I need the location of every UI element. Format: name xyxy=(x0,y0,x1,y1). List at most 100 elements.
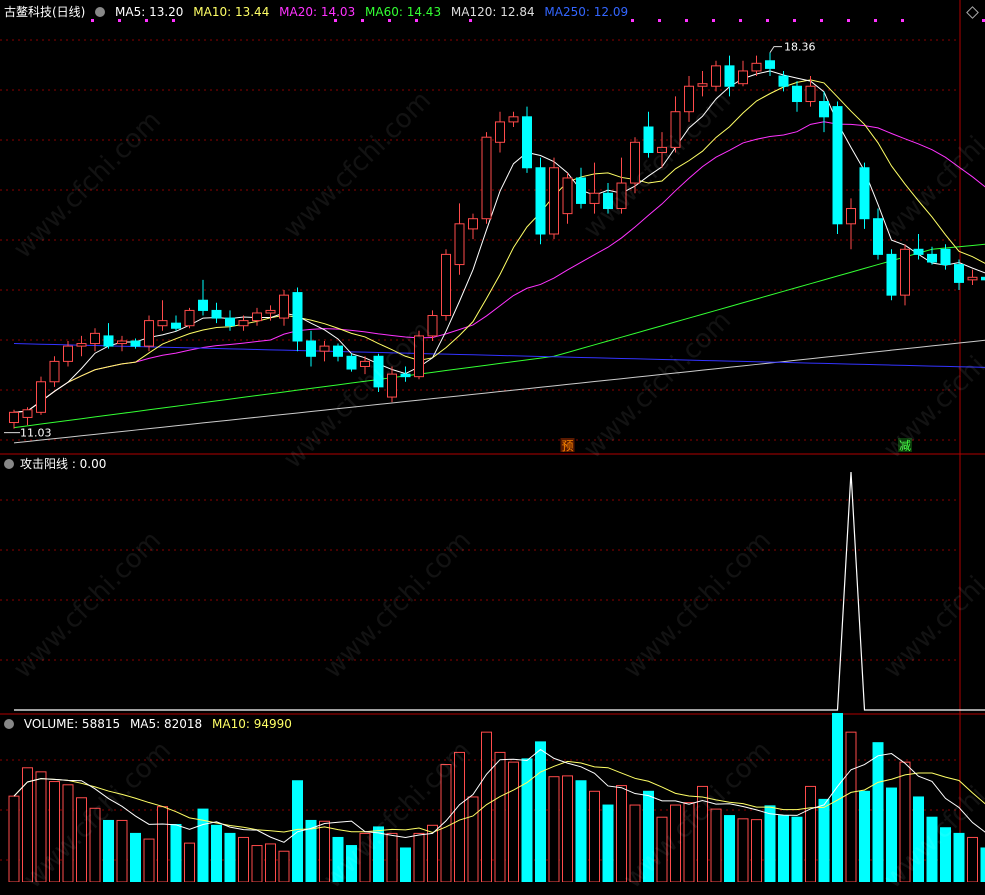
candle-body xyxy=(968,277,977,280)
candle-body xyxy=(563,178,572,214)
candle-body xyxy=(293,293,302,341)
volume-bar xyxy=(981,848,985,882)
volume-bar xyxy=(846,732,856,882)
stock-title: 古鳌科技(日线) xyxy=(4,5,85,19)
candle-body xyxy=(64,346,73,361)
volume-bar xyxy=(779,816,789,882)
candle-body xyxy=(482,137,491,219)
collapse-icon[interactable] xyxy=(95,7,105,17)
marker-dot xyxy=(631,19,634,22)
candle-body xyxy=(698,84,707,87)
candle-body xyxy=(158,321,167,326)
volume-bar xyxy=(563,776,573,882)
candle-body xyxy=(752,63,761,71)
candle-body xyxy=(307,341,316,356)
candle-body xyxy=(779,76,788,86)
volume-bar xyxy=(414,833,424,882)
volume-bar xyxy=(401,848,411,882)
volume-bar xyxy=(158,807,168,882)
volume-bar xyxy=(806,786,816,882)
indicator-legend: 攻击阳线 : 0.00 xyxy=(4,457,112,471)
candle-body xyxy=(914,249,923,254)
volume-legend: VOLUME: 58815 MA5: 82018 MA10: 94990 xyxy=(4,717,298,731)
candle-body xyxy=(577,178,586,203)
volume-bar xyxy=(279,851,289,882)
volume-bar xyxy=(968,837,978,882)
ma60-legend: MA60: 14.43 xyxy=(365,5,441,19)
volume-bar xyxy=(185,843,195,882)
candle-body xyxy=(833,107,842,224)
marker-dot xyxy=(172,19,175,22)
marker-dot xyxy=(685,19,688,22)
volume-bar xyxy=(131,833,141,882)
marker-dot xyxy=(334,19,337,22)
candle-body xyxy=(523,117,532,168)
candle-body xyxy=(442,254,451,315)
candle-body xyxy=(239,321,248,326)
collapse-icon[interactable] xyxy=(4,719,14,729)
candle-body xyxy=(401,374,410,377)
volume-bar xyxy=(819,799,829,882)
marker-dot xyxy=(415,19,418,22)
ma60-line xyxy=(14,235,985,427)
candle-body xyxy=(887,254,896,295)
candle-body xyxy=(536,168,545,234)
candle-body xyxy=(77,344,86,347)
volume-bar xyxy=(495,752,505,882)
candle-body xyxy=(860,168,869,219)
marker-dot xyxy=(658,19,661,22)
volume-bar xyxy=(104,820,114,882)
marker-dot xyxy=(874,19,877,22)
candle-body xyxy=(739,71,748,84)
candle-body xyxy=(50,361,59,381)
ma120-legend: MA120: 12.84 xyxy=(451,5,535,19)
volume-bar xyxy=(954,833,964,882)
volume-bar xyxy=(117,820,127,882)
indicator-title: 攻击阳线 : 0.00 xyxy=(20,457,106,471)
high-price-pointer xyxy=(770,47,782,53)
candle-body xyxy=(118,341,127,344)
candle-body xyxy=(941,249,950,264)
candle-body xyxy=(185,310,194,325)
marker-dot xyxy=(712,19,715,22)
volume-bar xyxy=(590,791,600,882)
candle-body xyxy=(334,346,343,356)
volume-bar xyxy=(9,796,19,882)
marker-dot xyxy=(820,19,823,22)
candle-body xyxy=(928,254,937,262)
volume-bar xyxy=(725,816,735,882)
marker-dot xyxy=(901,19,904,22)
candle-body xyxy=(550,168,559,234)
candle-body xyxy=(212,310,221,318)
candle-body xyxy=(901,249,910,295)
volume-bar xyxy=(752,820,762,882)
candle-body xyxy=(104,336,113,346)
ma10-legend: MA10: 13.44 xyxy=(193,5,269,19)
volume-bar xyxy=(792,817,802,882)
candle-body xyxy=(131,341,140,346)
candle-body xyxy=(955,265,964,283)
volume-bar xyxy=(144,839,154,882)
ma250-line xyxy=(14,344,985,370)
candle-body xyxy=(280,295,289,318)
volume-bar xyxy=(765,806,775,882)
volume-bar xyxy=(509,762,519,882)
ma20-legend: MA20: 14.03 xyxy=(279,5,355,19)
marker-dot xyxy=(766,19,769,22)
ma5-legend: MA5: 13.20 xyxy=(115,5,183,19)
candle-body xyxy=(91,333,100,343)
candle-body xyxy=(266,310,275,313)
candle-body xyxy=(806,86,815,101)
candle-body xyxy=(347,356,356,369)
marker-dot xyxy=(361,19,364,22)
collapse-icon[interactable] xyxy=(4,459,14,469)
volume-bar xyxy=(225,833,235,882)
volume-bar xyxy=(252,846,262,882)
candle-body xyxy=(253,313,262,321)
candle-body xyxy=(469,219,478,229)
candle-body xyxy=(712,66,721,86)
volume-bar xyxy=(212,825,222,882)
volume-bar xyxy=(522,759,532,882)
marker-dot xyxy=(91,19,94,22)
marker-dot xyxy=(793,19,796,22)
